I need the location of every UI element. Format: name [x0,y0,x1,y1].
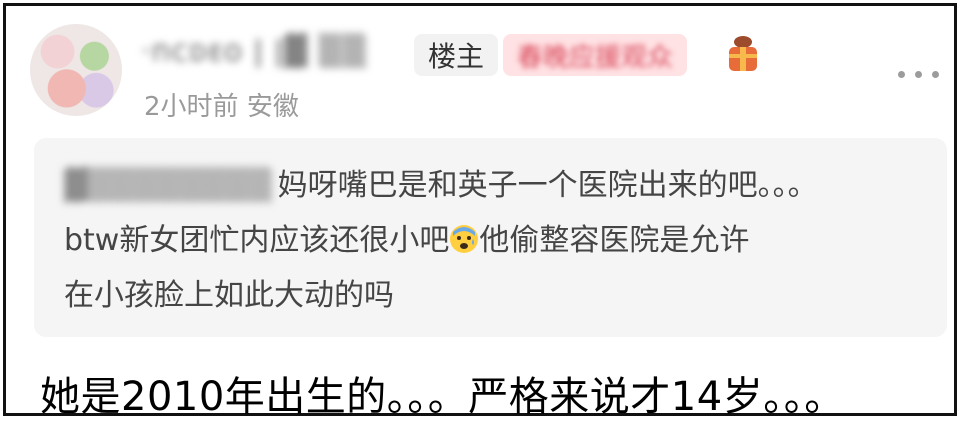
quote-text-1: 妈呀嘴巴是和英子一个医院出来的吧。。。 [277,168,818,203]
quote-line-3: 在小孩脸上如此大动的吗 [64,268,923,323]
comment-location: 安徽 [246,92,299,122]
reply-text: 她是2010年出生的。。。严格来说才14岁。。。 [40,374,845,420]
quote-text-2a: btw新女团忙内应该还很小吧 [64,223,450,258]
title-tag-label: 春晚应援观众 [517,42,674,73]
more-dots-icon[interactable] [886,64,950,84]
quote-text-2b: 他偷整容医院是允许 [479,223,750,258]
anxious-face-icon [450,225,479,253]
quote-username[interactable]: ▓▒▒▒▒▒▒▒▒ [64,168,272,203]
dot [931,70,939,78]
username[interactable]: ·nᴄᴅᴇᴏ ǀ ǀ▓ ▒▒ [141,34,367,69]
owner-tag-label: 楼主 [428,40,485,73]
avatar[interactable] [30,24,122,116]
comment-time: 2小时前 [144,92,239,122]
title-tag[interactable]: 春晚应援观众 [503,34,688,76]
quoted-comment[interactable]: ▓▒▒▒▒▒▒▒▒ 妈呀嘴巴是和英子一个医院出来的吧。。。 btw新女团忙内应该还… [34,138,947,337]
quote-line-2: btw新女团忙内应该还很小吧 他偷整容医院是允许 [64,213,923,268]
quote-text-3: 在小孩脸上如此大动的吗 [64,278,394,313]
comment-meta: 2小时前 安徽 [144,86,299,123]
owner-tag: 楼主 [414,34,499,76]
quote-line-1: ▓▒▒▒▒▒▒▒▒ 妈呀嘴巴是和英子一个医院出来的吧。。。 [64,158,923,213]
gift-badge-icon[interactable] [724,34,762,76]
screenshot-frame: ·nᴄᴅᴇᴏ ǀ ǀ▓ ▒▒ 楼主 春晚应援观众 2小时前 安徽 ▓▒▒▒▒▒▒… [3,3,957,420]
dot [914,70,922,78]
dot [897,70,905,78]
